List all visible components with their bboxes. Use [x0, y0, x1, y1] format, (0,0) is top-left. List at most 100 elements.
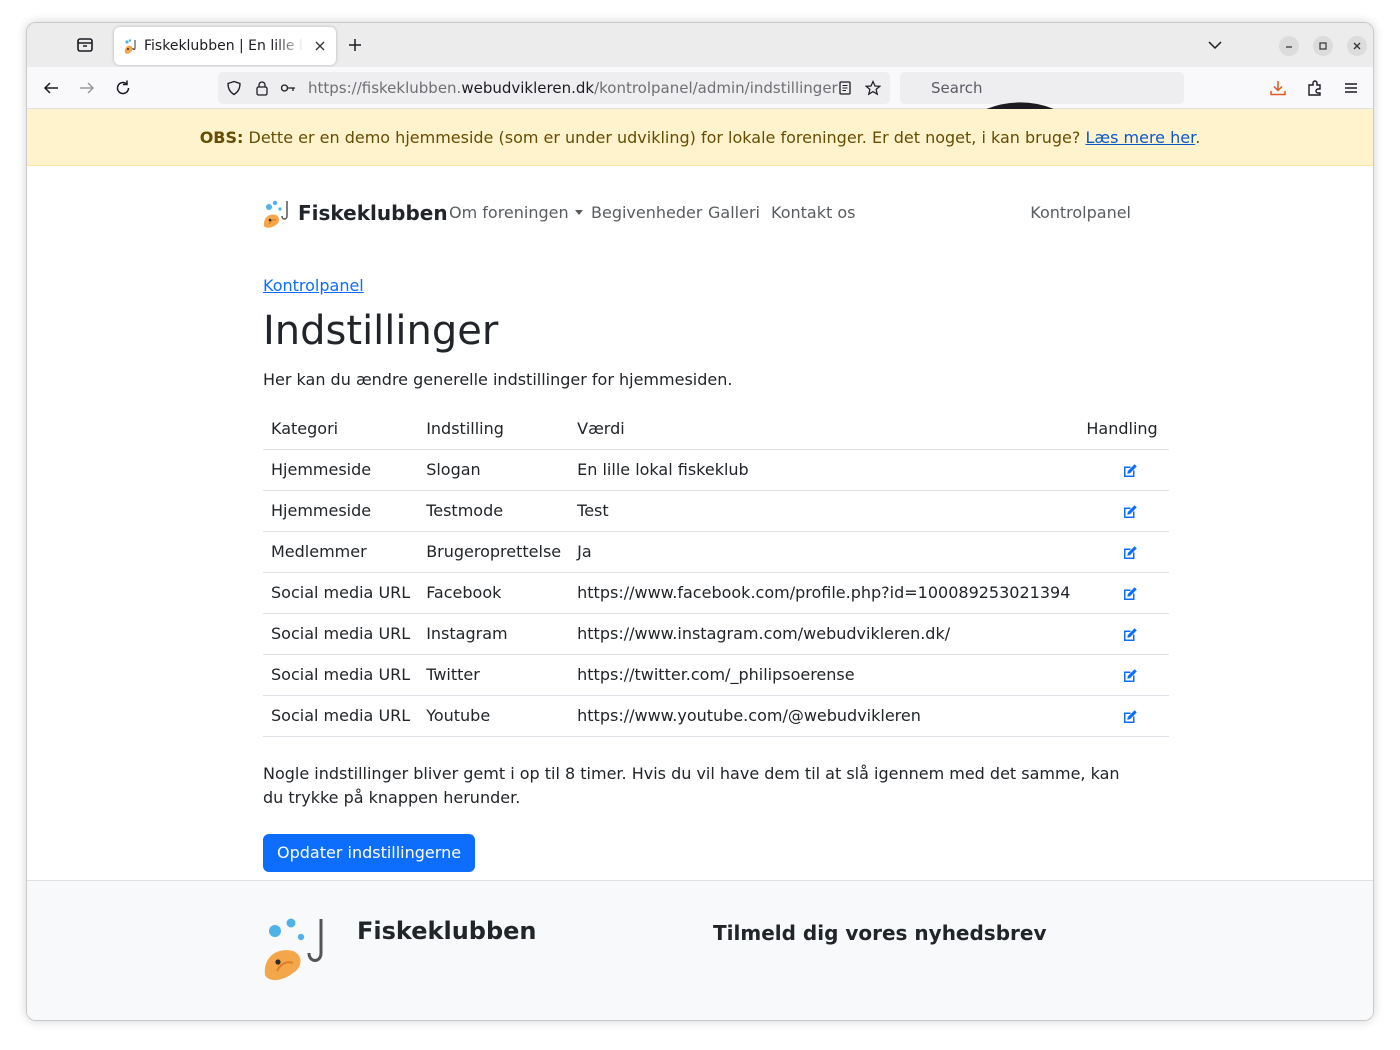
navigation-toolbar: https://fiskeklubben.webudvikleren.dk/ko…: [27, 67, 1373, 339]
extensions-icon[interactable]: [1306, 79, 1324, 97]
maximize-button[interactable]: [1313, 36, 1333, 56]
tab-title: Fiskeklubben | En lille lokal fiskeklub: [144, 38, 304, 54]
fish-logo-icon: [264, 918, 323, 981]
cell-indstilling: Youtube: [418, 695, 570, 737]
cell-kategori: Hjemmeside: [263, 490, 419, 532]
table-row: Social media URL Youtube https://www.youtu…: [263, 695, 1169, 737]
maximize-icon: [1319, 42, 1327, 50]
pencil-square-icon[interactable]: [1122, 463, 1138, 479]
table-row: Hjemmeside Testmode Test: [263, 490, 1169, 532]
cell-kategori: Social media URL: [263, 654, 419, 696]
footer-newsletter-heading: Tilmeld dig vores nyhedsbrev: [713, 921, 1047, 945]
firefox-view-icon[interactable]: [75, 35, 95, 55]
cell-vaerdi: Test: [569, 490, 1079, 532]
settings-table-body: Hjemmeside Slogan En lille lokal fiskeklub…: [263, 449, 1169, 737]
tab-bar: Fiskeklubben | En lille lokal fiskeklub: [27, 23, 1373, 67]
back-arrow-icon[interactable]: [42, 79, 60, 97]
table-row: Social media URL Facebook https://www.face…: [263, 572, 1169, 614]
pencil-square-icon[interactable]: [1122, 627, 1138, 643]
close-icon: [1353, 42, 1361, 50]
header-vaerdi: Værdi: [569, 408, 1079, 450]
close-tab-icon[interactable]: [312, 38, 328, 54]
url-text[interactable]: https://fiskeklubben.webudvikleren.dk/ko…: [308, 79, 838, 97]
banner-end: .: [1195, 128, 1201, 147]
key-icon[interactable]: [280, 80, 296, 96]
search-bar[interactable]: Search: [900, 72, 1184, 339]
table-header-row: Kategori Indstilling Værdi Handling: [263, 408, 1169, 450]
minimize-icon: [1286, 46, 1292, 48]
cell-vaerdi: https://twitter.com/_philipsoerense: [569, 654, 1079, 696]
nav-om-foreningen[interactable]: Om foreningen: [449, 203, 583, 222]
page-viewport: OBS: Dette er en demo hjemmeside (som er…: [27, 109, 1373, 1020]
browser-tab-active[interactable]: Fiskeklubben | En lille lokal fiskeklub: [114, 27, 336, 65]
brand-name[interactable]: Fiskeklubben: [298, 201, 448, 225]
nav-kontrolpanel[interactable]: Kontrolpanel: [1030, 203, 1131, 222]
header-handling: Handling: [1078, 408, 1169, 450]
demo-banner: OBS: Dette er en demo hjemmeside (som er…: [27, 109, 1373, 166]
cell-kategori: Hjemmeside: [263, 449, 419, 491]
forward-arrow-icon[interactable]: [78, 79, 96, 97]
cell-kategori: Social media URL: [263, 613, 419, 655]
table-row: Social media URL Instagram https://www.ins…: [263, 613, 1169, 655]
downloads-icon[interactable]: [1269, 79, 1287, 97]
header-kategori: Kategori: [263, 408, 419, 450]
fish-logo-icon[interactable]: [263, 198, 293, 230]
table-row: Medlemmer Brugeroprettelse Ja: [263, 531, 1169, 573]
pencil-square-icon[interactable]: [1122, 586, 1138, 602]
pencil-square-icon[interactable]: [1122, 545, 1138, 561]
cell-handling: [1078, 449, 1169, 491]
cell-kategori: Social media URL: [263, 572, 419, 614]
url-path: /kontrolpanel/admin/indstillinger: [594, 79, 838, 97]
nav-kontakt-os[interactable]: Kontakt os: [771, 203, 855, 222]
reader-view-icon[interactable]: [837, 80, 853, 96]
header-indstilling: Indstilling: [418, 408, 570, 450]
cell-handling: [1078, 613, 1169, 655]
pencil-square-icon[interactable]: [1122, 504, 1138, 520]
cell-handling: [1078, 531, 1169, 573]
banner-label: OBS:: [199, 128, 244, 147]
page-title: Indstillinger: [263, 308, 499, 354]
cell-handling: [1078, 572, 1169, 614]
new-tab-icon[interactable]: [346, 36, 364, 54]
chevron-down-icon[interactable]: [1207, 37, 1223, 53]
url-bar[interactable]: https://fiskeklubben.webudvikleren.dk/ko…: [218, 72, 890, 104]
cell-vaerdi: https://www.instagram.com/webudvikleren.…: [569, 613, 1079, 655]
table-row: Hjemmeside Slogan En lille lokal fiskeklub: [263, 449, 1169, 491]
breadcrumb-kontrolpanel[interactable]: Kontrolpanel: [263, 276, 364, 295]
hamburger-menu-icon[interactable]: [1342, 79, 1360, 97]
cell-indstilling: Facebook: [418, 572, 570, 614]
lock-icon[interactable]: [254, 80, 270, 96]
nav-galleri[interactable]: Galleri: [708, 203, 760, 222]
banner-text: Dette er en demo hjemmeside (som er unde…: [243, 128, 1086, 147]
cell-kategori: Medlemmer: [263, 531, 419, 573]
banner-read-more-link[interactable]: Læs mere her: [1085, 128, 1195, 147]
reload-icon[interactable]: [114, 79, 132, 97]
search-placeholder: Search: [931, 79, 983, 97]
cell-indstilling: Brugeroprettelse: [418, 531, 570, 573]
pencil-square-icon[interactable]: [1122, 668, 1138, 684]
nav-om-foreningen-label: Om foreningen: [449, 203, 569, 222]
close-window-button[interactable]: [1347, 36, 1367, 56]
shield-icon[interactable]: [226, 80, 242, 96]
pencil-square-icon[interactable]: [1122, 709, 1138, 725]
favicon-icon: [124, 39, 136, 54]
nav-begivenheder[interactable]: Begivenheder: [591, 203, 702, 222]
cell-handling: [1078, 695, 1169, 737]
footer-brand: Fiskeklubben: [357, 917, 537, 945]
table-row: Social media URL Twitter https://twitter.c…: [263, 654, 1169, 696]
cell-vaerdi: https://www.facebook.com/profile.php?id=…: [569, 572, 1079, 614]
site-navbar: Fiskeklubben Om foreningen Begivenheder …: [263, 196, 1139, 232]
minimize-button[interactable]: [1279, 36, 1299, 56]
dropdown-caret-icon: [574, 210, 583, 215]
page-lead: Her kan du ændre generelle indstillinger…: [263, 370, 733, 389]
cache-note: Nogle indstillinger bliver gemt i op til…: [263, 764, 1120, 807]
cell-vaerdi: En lille lokal fiskeklub: [569, 449, 1079, 491]
bookmark-star-icon[interactable]: [865, 80, 881, 96]
cell-kategori: Social media URL: [263, 695, 419, 737]
cell-indstilling: Testmode: [418, 490, 570, 532]
cell-handling: [1078, 654, 1169, 696]
cell-vaerdi: Ja: [569, 531, 1079, 573]
url-domain: webudvikleren.dk: [461, 79, 595, 97]
update-settings-button[interactable]: Opdater indstillingerne: [263, 834, 476, 872]
cell-handling: [1078, 490, 1169, 532]
